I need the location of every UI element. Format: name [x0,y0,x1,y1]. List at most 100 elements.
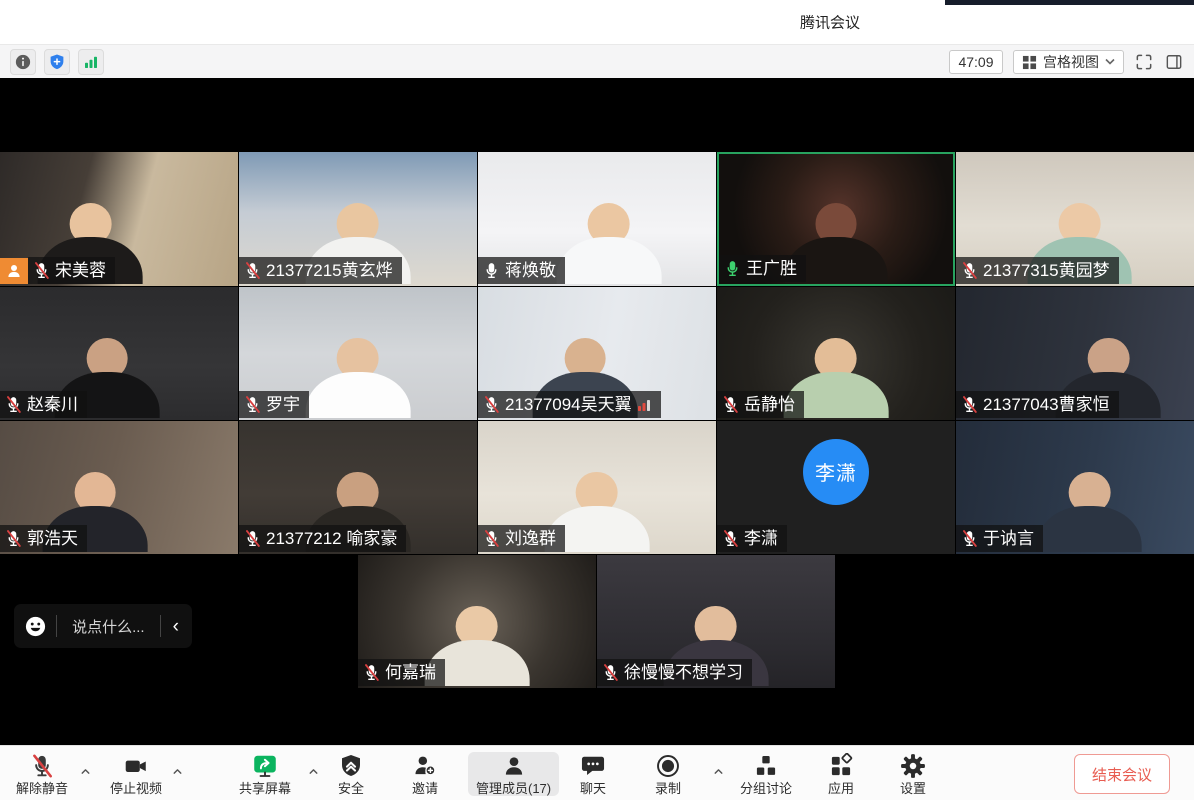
stop-video-button[interactable]: 停止视频 [102,752,170,796]
participant-name-tag: 蒋焕敬 [478,257,565,284]
muted-mic-icon [721,395,740,414]
info-icon [14,53,32,71]
chat-placeholder[interactable]: 说点什么... [66,616,151,637]
speaking-mic-icon [723,259,742,278]
view-mode-button[interactable]: 宫格视图 [1013,50,1124,74]
breakout-blocks-icon [753,753,779,779]
participant-name-tag: 李潇 [717,525,787,552]
share-screen-button[interactable]: 共享屏幕 [231,752,299,796]
video-tile[interactable]: 郭浩天 [0,421,238,554]
participant-silhouette [306,338,411,420]
participant-name: 蒋焕敬 [505,262,556,279]
participant-name-tag: 21377094吴天翼 [478,391,661,418]
breakout-label: 分组讨论 [740,782,792,795]
video-tile[interactable]: 于讷言 [956,421,1194,554]
participant-name: 21377212 喻家豪 [266,530,397,547]
network-stats-icon [82,53,100,71]
muted-mic-icon [4,395,23,414]
chat-quick-input[interactable]: 说点什么... ‹ [14,604,192,648]
muted-mic-icon [960,529,979,548]
participant-silhouette [1037,472,1142,554]
participant-name: 李潇 [744,530,778,547]
video-tile[interactable]: 21377315黄园梦 [956,152,1194,286]
settings-button[interactable]: 设置 [892,752,934,796]
invite-label: 邀请 [412,782,438,795]
participant-name-tag: 罗宇 [239,391,309,418]
record-button[interactable]: 录制 [647,752,689,796]
muted-mic-icon [4,529,23,548]
mic-on-icon [482,261,501,280]
participant-name: 于讷言 [983,530,1034,547]
video-tile[interactable]: 罗宇 [239,287,477,420]
collapse-chat-icon[interactable]: ‹ [170,617,182,636]
muted-mic-icon [243,395,262,414]
apps-grid-icon [828,753,854,779]
chat-button[interactable]: 聊天 [572,752,614,796]
video-tile[interactable]: 赵秦川 [0,287,238,420]
end-meeting-button[interactable]: 结束会议 [1074,754,1170,794]
video-tile[interactable]: 蒋焕敬 [478,152,716,286]
meeting-toolbar: 解除静音 停止视频 共享屏幕 安全 [0,745,1194,800]
participant-name: 刘逸群 [505,530,556,547]
participant-name-tag: 刘逸群 [478,525,565,552]
video-tile[interactable]: 宋美蓉 [0,152,238,286]
muted-mic-icon [482,395,501,414]
muted-mic-icon [960,395,979,414]
unmute-label: 解除静音 [16,782,68,795]
host-badge-icon [0,258,28,284]
audio-options-chevron[interactable] [78,764,92,778]
breakout-rooms-button[interactable]: 分组讨论 [732,752,800,796]
participant-name-tag: 21377215黄玄烨 [239,257,402,284]
video-tile[interactable]: 21377215黄玄烨 [239,152,477,286]
gear-icon [900,753,926,779]
share-options-chevron[interactable] [306,764,320,778]
muted-mic-icon [482,529,501,548]
muted-mic-icon [243,529,262,548]
video-tile[interactable]: 李潇李潇 [717,421,955,554]
video-tile[interactable]: 徐慢慢不想学习 [597,555,835,688]
timer-value: 47:09 [958,54,993,70]
record-options-chevron[interactable] [711,764,725,778]
security-label: 安全 [338,782,364,795]
participant-name: 王广胜 [746,260,797,277]
network-stats-button[interactable] [78,49,104,75]
fullscreen-icon [1134,52,1154,72]
meeting-info-button[interactable] [10,49,36,75]
participant-name: 21377215黄玄烨 [266,262,393,279]
security-shield-button[interactable] [44,49,70,75]
unmute-button[interactable]: 解除静音 [8,752,76,796]
shield-plus-icon [48,53,66,71]
share-screen-label: 共享屏幕 [239,782,291,795]
participant-name-tag: 21377315黄园梦 [956,257,1119,284]
meeting-topbar: 47:09 宫格视图 [0,44,1194,78]
video-tile[interactable]: 王广胜 [717,152,955,286]
emoji-icon[interactable] [24,615,47,638]
divider [56,615,57,637]
security-button[interactable]: 安全 [330,752,372,796]
side-panel-icon [1164,52,1184,72]
muted-mic-icon [32,261,51,280]
video-tile[interactable]: 刘逸群 [478,421,716,554]
video-tile[interactable]: 21377043曹家恒 [956,287,1194,420]
participant-name-tag: 宋美蓉 [28,257,115,284]
chevron-down-icon [1105,58,1115,66]
fullscreen-button[interactable] [1134,52,1154,72]
participant-name-tag: 于讷言 [956,525,1043,552]
apps-button[interactable]: 应用 [820,752,862,796]
video-tile[interactable]: 21377094吴天翼 [478,287,716,420]
video-tile[interactable]: 21377212 喻家豪 [239,421,477,554]
video-tile[interactable]: 何嘉瑞 [358,555,596,688]
security-shield-icon [338,753,364,779]
participant-silhouette [557,203,662,286]
manage-members-button[interactable]: 管理成员(17) [468,752,559,796]
background-strip [945,0,1194,5]
window-titlebar: 腾讯会议 [0,0,1194,44]
chat-bubble-icon [580,753,606,779]
participant-name: 赵秦川 [27,396,78,413]
video-tile[interactable]: 岳静怡 [717,287,955,420]
apps-label: 应用 [828,782,854,795]
side-panel-button[interactable] [1164,52,1184,72]
invite-button[interactable]: 邀请 [404,752,446,796]
record-label: 录制 [655,782,681,795]
video-options-chevron[interactable] [170,764,184,778]
